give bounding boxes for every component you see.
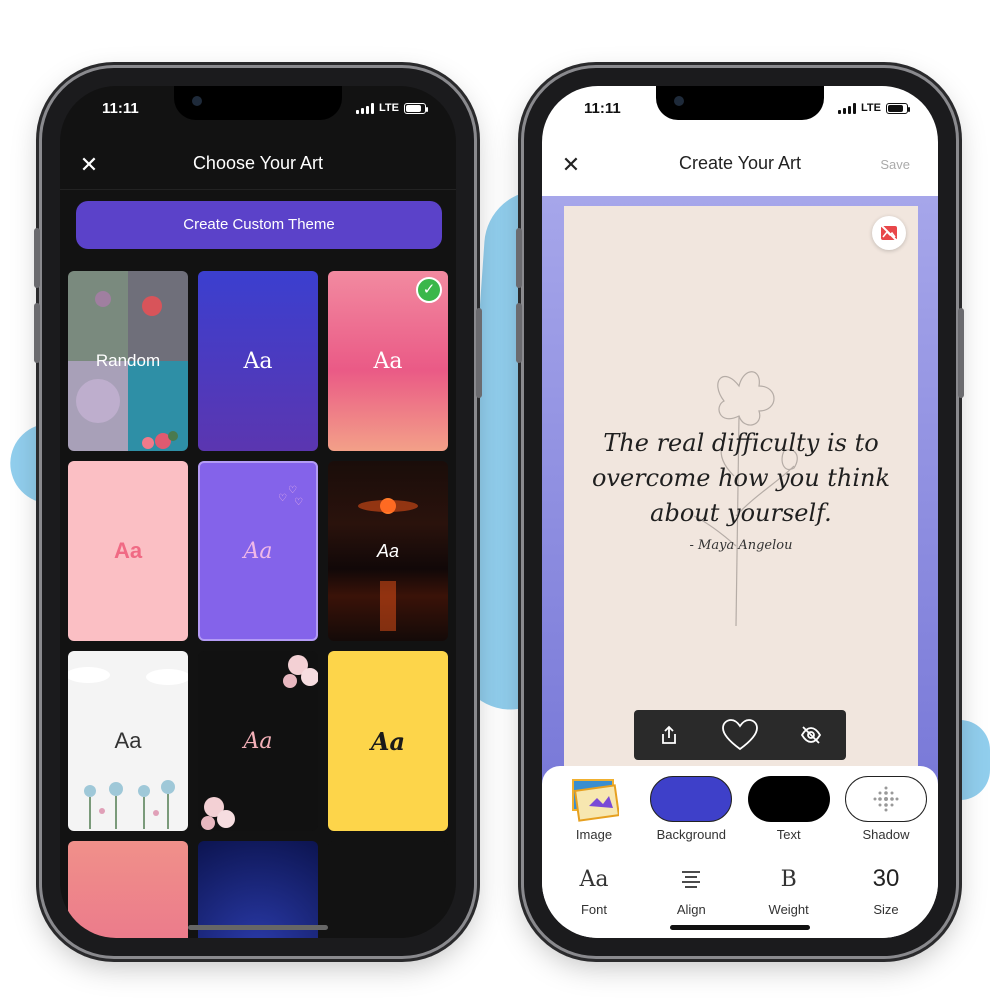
theme-tile[interactable]: Aa [198, 271, 318, 451]
shadow-option-button[interactable]: Shadow [840, 776, 932, 842]
signal-icon [838, 102, 857, 114]
status-indicators: LTE [356, 102, 428, 114]
tile-label: Aa [243, 728, 273, 754]
align-tool-button[interactable]: Align [645, 862, 737, 917]
phone-create-art: 11:11 LTE ✕ Create Your Art Save The rea… [516, 68, 964, 956]
tile-label: Aa [376, 540, 400, 561]
power-button [476, 308, 482, 398]
quote-line: about yourself. [650, 499, 832, 527]
tool-label: Weight [768, 902, 809, 917]
volume-button [516, 228, 522, 288]
status-bar: 11:11 LTE [542, 98, 938, 120]
theme-tile[interactable]: Aa [328, 651, 448, 831]
volume-button [34, 228, 40, 288]
quote-text[interactable]: The real difficulty is to overcome how y… [574, 426, 908, 531]
theme-tile[interactable]: Aa [68, 841, 188, 938]
page-title: Create Your Art [678, 153, 802, 173]
status-time: 11:11 [102, 100, 139, 117]
page-title: Choose Your Art [192, 153, 324, 173]
tile-label: Random [95, 351, 161, 370]
shadow-dots-icon [844, 776, 927, 822]
tool-label: Font [580, 902, 607, 917]
style-options-row: Image Background Text Shadow [548, 776, 932, 842]
theme-tile[interactable]: Aa [198, 841, 318, 938]
image-icon [572, 779, 619, 822]
tile-label: Aa [243, 538, 273, 564]
heart-icon[interactable] [718, 713, 762, 757]
tile-label: Aa [113, 538, 143, 563]
status-indicators: LTE [838, 102, 910, 114]
create-custom-theme-button[interactable]: Create Custom Theme [76, 201, 442, 249]
screen-create-art: 11:11 LTE ✕ Create Your Art Save The rea… [542, 86, 938, 938]
weight-tool-button[interactable]: B Weight [743, 862, 835, 918]
theme-tile-selected[interactable]: Aa ✓ [328, 271, 448, 451]
font-icon: Aa [579, 866, 609, 892]
save-button[interactable]: Save [880, 157, 910, 172]
text-color-swatch [747, 776, 830, 822]
font-tool-button[interactable]: Aa Font [548, 862, 640, 918]
tile-label: Aa [373, 348, 403, 374]
phone-choose-art: 11:11 LTE ✕ Choose Your Art Create Custo… [34, 68, 482, 956]
theme-tile[interactable]: Aa [198, 651, 318, 831]
option-label: Image [575, 827, 613, 842]
size-tool-button[interactable]: 30 Size [840, 862, 932, 917]
status-time: 11:11 [584, 100, 621, 117]
theme-tile-random[interactable]: Random [68, 271, 188, 451]
svg-text:♡: ♡ [278, 493, 287, 504]
bold-icon: B [780, 866, 797, 892]
tool-label: Size [873, 902, 899, 917]
network-label: LTE [379, 102, 399, 114]
tile-label: Aa [370, 726, 406, 756]
signal-icon [356, 102, 375, 114]
art-preview-card[interactable]: The real difficulty is to overcome how y… [564, 206, 918, 776]
showcase-stage: 11:11 LTE ✕ Choose Your Art Create Custo… [0, 0, 1000, 1000]
background-option-button[interactable]: Background [645, 776, 737, 842]
selected-check-icon: ✓ [416, 277, 442, 303]
style-options-panel: Image Background Text Shadow Aa Font Ali… [542, 766, 938, 938]
remove-image-icon[interactable] [872, 216, 906, 250]
nav-bar: ✕ Create Your Art Save [542, 140, 938, 190]
quote-line: overcome how you think [591, 464, 891, 492]
volume-button [516, 303, 522, 363]
theme-tile[interactable]: Aa ♡ ♡ ♡ [198, 461, 318, 641]
power-button [958, 308, 964, 398]
status-bar: 11:11 LTE [60, 98, 456, 120]
tool-label: Align [676, 902, 706, 917]
option-label: Shadow [862, 827, 910, 842]
svg-text:♡: ♡ [288, 485, 297, 496]
home-indicator[interactable] [670, 925, 810, 930]
eye-slash-icon[interactable] [789, 713, 833, 757]
volume-button [34, 303, 40, 363]
text-color-option-button[interactable]: Text [743, 776, 835, 842]
tile-label: Aa [243, 348, 273, 374]
home-indicator[interactable] [188, 925, 328, 930]
battery-icon [404, 102, 428, 114]
option-label: Background [656, 827, 727, 842]
network-label: LTE [861, 102, 881, 114]
share-icon[interactable] [647, 713, 691, 757]
screen-choose-art: 11:11 LTE ✕ Choose Your Art Create Custo… [60, 86, 456, 938]
align-center-icon [680, 862, 702, 896]
hearts-icon: ♡ ♡ ♡ [278, 485, 303, 507]
theme-tile[interactable]: Aa [68, 461, 188, 641]
theme-tile[interactable]: Aa [328, 841, 448, 938]
battery-icon [886, 102, 910, 114]
quote-action-bar [634, 710, 846, 760]
svg-text:♡: ♡ [294, 497, 303, 507]
quote-author: - Maya Angelou [689, 538, 793, 553]
theme-tile[interactable]: Aa [68, 651, 188, 831]
size-value: 30 [872, 865, 900, 892]
quote-line: The real difficulty is to [603, 429, 879, 457]
nav-bar: ✕ Choose Your Art [60, 140, 456, 190]
option-label: Text [776, 827, 801, 842]
text-tools-row: Aa Font Align B Weight 30 Size [548, 862, 932, 917]
theme-tile[interactable]: Aa [328, 461, 448, 641]
background-color-swatch [650, 776, 733, 822]
tile-label: Aa [114, 728, 142, 753]
image-option-button[interactable]: Image [548, 776, 640, 842]
